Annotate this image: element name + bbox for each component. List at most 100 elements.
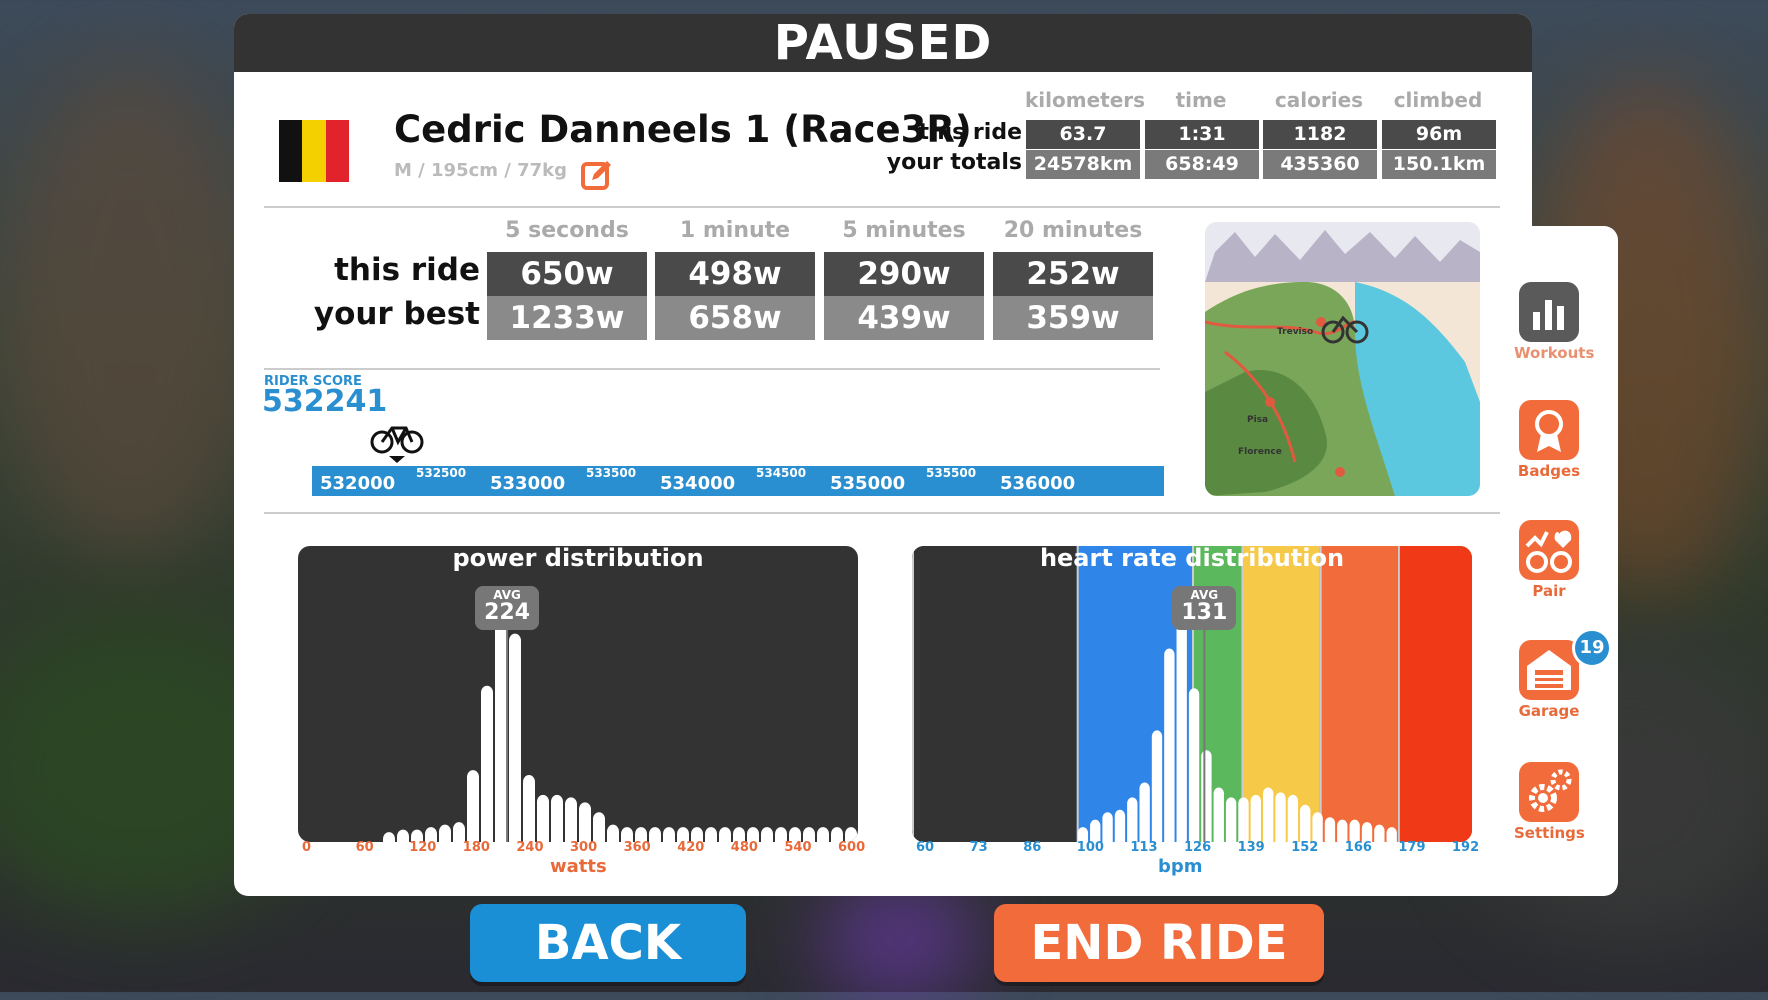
power-this-ride-label: this ride [334, 252, 480, 288]
histogram-bar [663, 827, 675, 842]
histogram-bar [1374, 824, 1385, 842]
histogram-bar [1263, 787, 1274, 842]
power-best-5s: 1233w [487, 296, 647, 340]
pair-icon [1519, 520, 1579, 580]
histogram-bar [1102, 812, 1113, 842]
sidebar-label: Pair [1532, 582, 1566, 600]
x-tick-label: 100 [1076, 840, 1104, 855]
power-axis-unit: watts [550, 856, 607, 877]
x-tick-label: 480 [730, 840, 758, 855]
histogram-bar [1139, 782, 1150, 842]
sidebar-item-workouts[interactable]: Workouts [1514, 282, 1594, 362]
avg-line [1203, 622, 1206, 842]
histogram-bar [1238, 797, 1249, 842]
x-tick-label: 360 [623, 840, 651, 855]
score-tick: 534000 [660, 473, 736, 494]
histogram-bar [1151, 730, 1163, 842]
power-this-ride-5m: 290w [824, 252, 984, 296]
stat-total-calories: 435360 [1263, 150, 1377, 179]
hr-chart-title: heart rate distribution [1039, 544, 1345, 572]
histogram-bar [1324, 817, 1336, 842]
histogram-bar [397, 829, 409, 842]
hr-zone [912, 546, 1077, 842]
back-button[interactable]: BACK [470, 904, 746, 982]
stat-header: calories [1274, 88, 1364, 112]
score-tick: 532000 [320, 473, 396, 494]
zone-divider [1076, 546, 1079, 842]
histogram-bar [1164, 648, 1175, 842]
power-this-ride-1m: 498w [655, 252, 815, 296]
hr-zone [1397, 546, 1472, 842]
stat-header: kilometers [1025, 88, 1146, 112]
histogram-bar [1225, 797, 1237, 842]
x-tick-label: 86 [1023, 840, 1042, 855]
histogram-bar [649, 827, 661, 842]
divider [264, 512, 1500, 514]
score-tick-minor: 533500 [586, 466, 637, 480]
route-map[interactable]: Treviso Pisa Florence [1205, 222, 1480, 496]
sidebar-item-settings[interactable]: Settings [1514, 762, 1585, 842]
sidebar-label: Settings [1514, 824, 1585, 842]
zone-divider [912, 546, 914, 842]
x-tick-label: 300 [570, 840, 598, 855]
x-tick-label: 166 [1344, 840, 1372, 855]
edit-icon[interactable] [580, 158, 614, 192]
histogram-bar [761, 827, 773, 842]
histogram-bar [1188, 688, 1200, 842]
histogram-bar [593, 812, 605, 842]
histogram-bar [1213, 787, 1224, 842]
histogram-bar [1176, 594, 1187, 842]
x-tick-label: 60 [916, 840, 935, 855]
rider-score-value: 532241 [262, 384, 388, 419]
histogram-bar [1275, 792, 1286, 842]
hr-zone [1319, 546, 1398, 842]
avg-value: 224 [484, 600, 531, 625]
sidebar-label: Garage [1518, 702, 1580, 720]
sidebar-item-badges[interactable]: Badges [1514, 400, 1584, 480]
x-tick-label: 600 [838, 840, 866, 855]
stat-this-ride-climbed: 96m [1382, 120, 1496, 149]
gear-icon [1519, 762, 1579, 822]
your-totals-label: your totals [886, 150, 1022, 175]
garage-notification-badge: 19 [1572, 628, 1612, 668]
x-tick-label: 60 [355, 840, 374, 855]
histogram-bar [719, 827, 731, 842]
sidebar-item-pair[interactable]: Pair [1514, 520, 1584, 600]
x-tick-label: 0 [302, 840, 312, 855]
x-tick-label: 192 [1452, 840, 1480, 855]
power-header: 20 minutes [1003, 218, 1143, 243]
score-tick-minor: 532500 [416, 466, 467, 480]
power-header: 5 seconds [505, 218, 629, 243]
bike-marker-icon [370, 426, 424, 463]
histogram-bar [1287, 794, 1299, 842]
zone-divider [1319, 546, 1322, 842]
histogram-bar [495, 594, 507, 842]
power-this-ride-20m: 252w [993, 252, 1153, 296]
histogram-bar [705, 827, 717, 842]
histogram-bar [551, 794, 563, 842]
end-ride-button[interactable]: END RIDE [994, 904, 1324, 982]
stat-this-ride-time: 1:31 [1145, 120, 1259, 149]
score-tick: 535000 [830, 473, 906, 494]
belgium-flag-icon [279, 120, 349, 182]
map-label: Pisa [1247, 415, 1268, 425]
hr-avg-badge: AVG 131 [1172, 586, 1237, 630]
power-chart-title: power distribution [452, 544, 704, 572]
histogram-bar [1386, 827, 1397, 842]
map-label: Florence [1238, 447, 1282, 457]
score-tick: 536000 [1000, 473, 1076, 494]
histogram-bar [439, 824, 451, 842]
hr-axis-unit: bpm [1158, 856, 1203, 877]
panel-title: PAUSED [234, 14, 1532, 72]
this-ride-label: this ride [918, 120, 1022, 145]
histogram-bar [1312, 812, 1323, 842]
divider [264, 206, 1500, 208]
histogram-bar [1337, 819, 1348, 842]
power-best-5m: 439w [824, 296, 984, 340]
power-best-1m: 658w [655, 296, 815, 340]
histogram-bar [1127, 797, 1138, 842]
histogram-bar [509, 633, 521, 842]
x-tick-label: 120 [409, 840, 437, 855]
histogram-bar [467, 770, 479, 842]
x-tick-label: 420 [677, 840, 705, 855]
